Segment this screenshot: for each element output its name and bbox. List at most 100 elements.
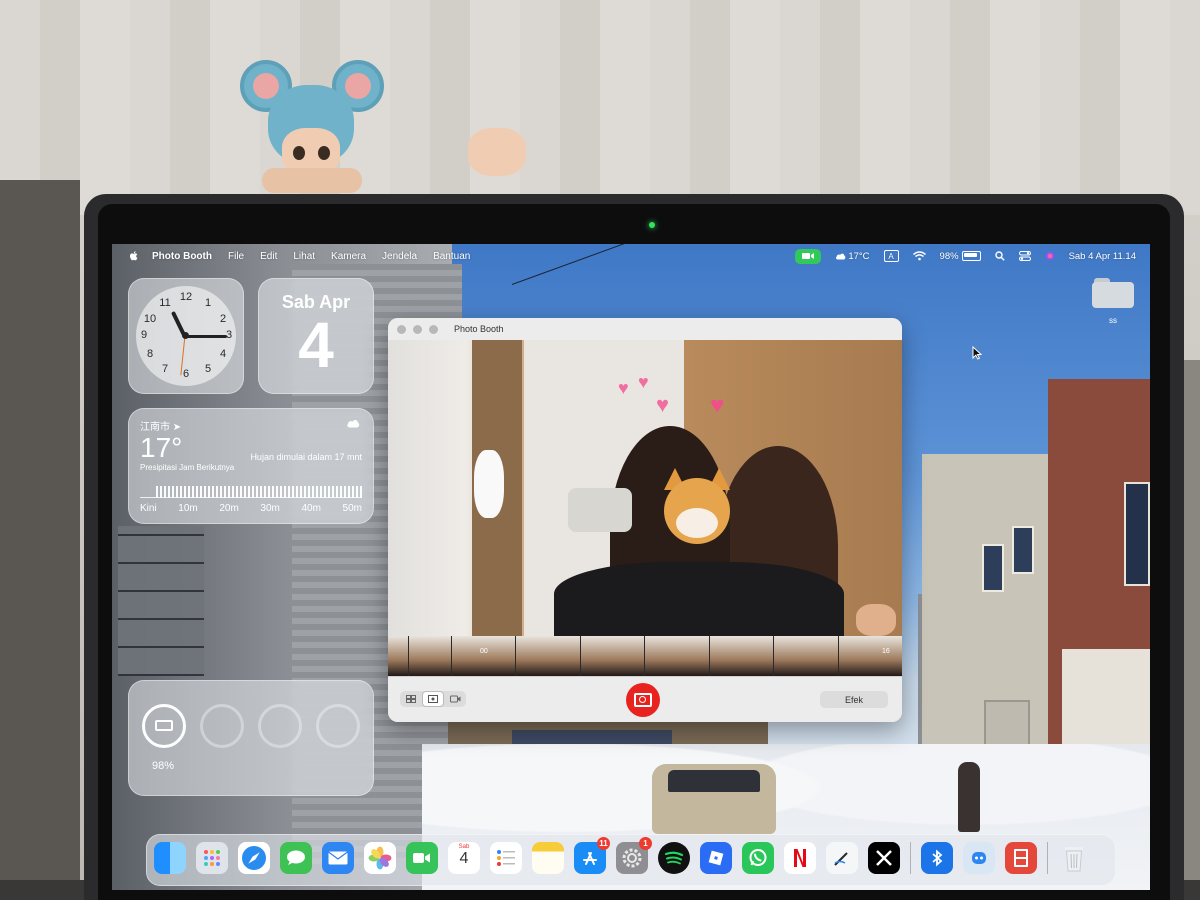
weather-widget[interactable]: 江南市 ➤ 17° Hujan dimulai dalam 17 mnt Pre… [128,408,374,524]
input-source-indicator[interactable]: A [883,250,899,262]
menu-help[interactable]: Bantuan [433,251,470,262]
figurine-eye [293,146,305,160]
notes-icon[interactable] [532,842,564,874]
roblox-icon[interactable] [700,842,732,874]
folder-icon [1092,282,1134,308]
minimize-window-button[interactable] [413,324,422,334]
photos-icon[interactable] [364,842,396,874]
clock-number: 9 [140,329,148,341]
close-window-button[interactable] [397,324,406,334]
preview-hanging-cloth [474,450,504,518]
wifi-icon[interactable] [912,251,926,261]
whatsapp-icon[interactable] [742,842,774,874]
effects-button[interactable]: Efek [820,691,888,708]
wallpaper-car-window [668,770,760,792]
wallpaper-window [982,544,1004,592]
laptop-icon [155,720,173,731]
capture-mode-selector[interactable] [400,691,466,707]
batteries-widget[interactable]: 98% [128,680,374,796]
siri-icon[interactable] [1045,251,1055,261]
wallpaper-person [958,762,980,832]
preview-shirt [554,562,844,636]
trash-can-icon [1065,847,1083,872]
video-mode-button[interactable] [444,691,466,707]
x-logo-icon [876,850,892,866]
reminders-icon[interactable] [490,842,522,874]
system-settings-icon[interactable]: 1 [616,837,652,874]
desktop-folder-label[interactable]: ss [1092,316,1134,325]
bluetooth-app-icon[interactable] [921,842,953,874]
single-photo-mode-button[interactable] [422,691,444,707]
precipitation-baseline [140,497,362,498]
mail-icon[interactable] [322,842,354,874]
window-title: Photo Booth [454,324,504,334]
photo-thumbnail[interactable] [774,636,838,676]
clock-widget[interactable]: 12 1 2 3 4 5 6 7 8 9 10 11 [128,278,244,394]
messages-icon[interactable] [280,842,312,874]
calendar-icon[interactable]: Sab 4 [448,842,480,874]
clock-number: 5 [204,363,212,375]
figurine-body [262,168,362,193]
freeform-icon[interactable] [826,842,858,874]
utility-app-icon[interactable] [963,842,995,874]
dock: Sab 4 11 1 [146,834,1116,886]
spotify-waves-icon [664,851,684,865]
camera-in-use-indicator[interactable] [795,248,822,264]
battery-percent: 98% [939,250,959,262]
take-photo-button[interactable] [626,683,660,717]
photo-thumbnail[interactable] [388,636,408,676]
photo-thumbnail[interactable] [516,636,580,676]
photo-booth-window[interactable]: Photo Booth ♥ ♥ ♥ ♥ 00 16 Efek [388,318,902,722]
bluetooth-icon [932,849,943,867]
apple-logo-icon[interactable] [128,250,140,262]
menu-bar-clock[interactable]: Sab 4 Apr 11.14 [1069,251,1136,262]
envelope-icon [328,851,348,865]
wallpaper-window [1124,482,1150,586]
safari-icon[interactable] [238,842,270,874]
clock-number: 8 [146,348,154,360]
app-store-icon[interactable]: 11 [574,837,610,874]
photo-booth-dock-icon[interactable] [1005,842,1037,874]
calendar-widget[interactable]: Sab Apr 4 [258,278,374,394]
desktop-folder[interactable] [1092,276,1134,308]
background-shelf [0,180,80,900]
spotify-icon[interactable] [658,842,690,874]
video-thumbnail[interactable] [451,636,516,676]
x-app-icon[interactable] [868,842,900,874]
photo-thumbnail[interactable] [838,636,902,676]
zoom-window-button[interactable] [429,324,438,334]
status-menu: 17°C A 98% Sab 4 Apr 11.14 [795,244,1136,268]
photo-booth-toolbar: Efek [388,676,902,722]
four-up-mode-button[interactable] [400,691,422,707]
launchpad-icon[interactable] [196,842,228,874]
wallpaper-glass-block-window [118,526,204,676]
burst-count-label: 16 [882,648,890,655]
trash-icon[interactable] [1058,842,1090,874]
menu-camera[interactable]: Kamera [331,251,366,262]
battery-ring-empty [316,704,360,748]
menu-window[interactable]: Jendela [382,251,417,262]
weather-precip-subtitle: Presipitasi Jam Berikutnya [140,463,235,472]
facetime-icon[interactable] [406,842,438,874]
weather-forecast-text: Hujan dimulai dalam 17 mnt [250,452,362,462]
menu-file[interactable]: File [228,251,244,262]
battery-status[interactable]: 98% [940,251,981,262]
menu-view[interactable]: Lihat [293,251,315,262]
clock-number: 1 [204,297,212,309]
finder-icon[interactable] [154,842,186,874]
photo-thumbnail[interactable] [709,636,774,676]
menu-edit[interactable]: Edit [260,251,277,262]
photo-strip[interactable] [388,636,902,676]
control-center-icon[interactable] [1018,251,1031,261]
dock-separator [1047,842,1048,874]
weather-status[interactable]: 17°C [835,251,870,262]
menu-app-name[interactable]: Photo Booth [152,251,212,262]
netflix-icon[interactable] [784,842,816,874]
photo-thumbnail[interactable] [645,636,709,676]
spotlight-search-icon[interactable] [994,251,1005,261]
photo-thumbnail[interactable] [408,636,451,676]
window-titlebar[interactable]: Photo Booth [388,318,902,341]
photo-thumbnail[interactable] [580,636,645,676]
clock-number: 12 [179,291,193,303]
video-camera-icon [413,853,430,863]
